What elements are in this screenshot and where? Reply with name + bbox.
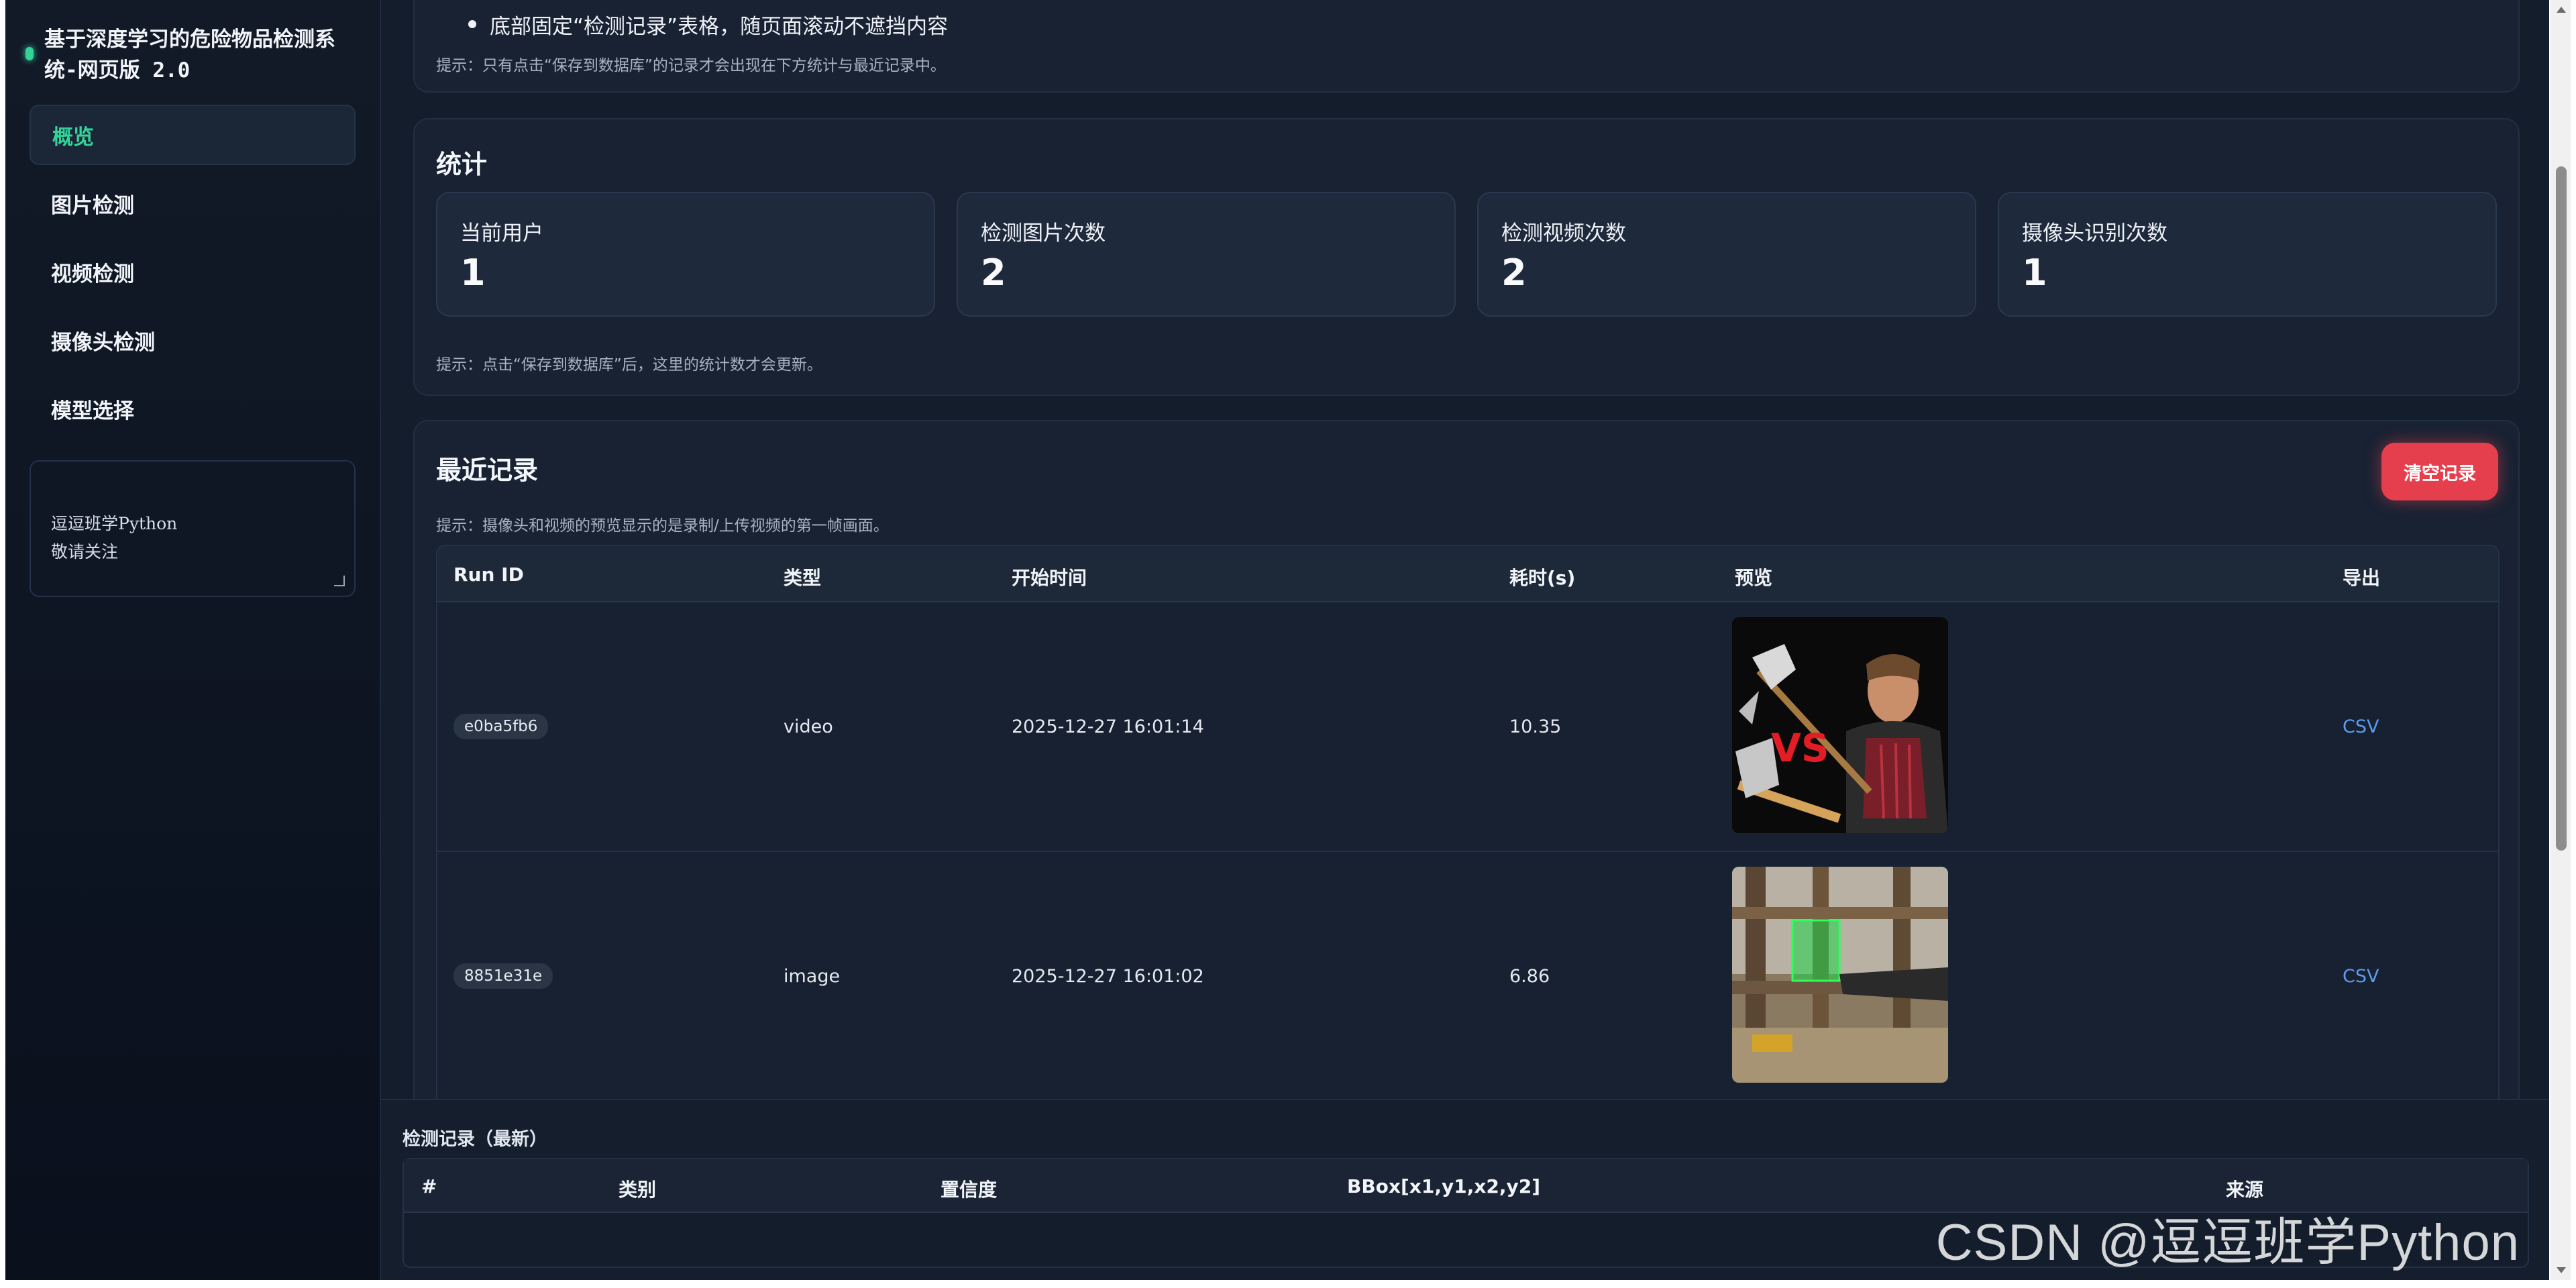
stat-card-camera-count: 摄像头识别次数 1 xyxy=(1998,192,2497,317)
sidebar-item-label: 摄像头检测 xyxy=(51,330,155,355)
sidebar-item-image-detect[interactable]: 图片检测 xyxy=(30,173,356,233)
sidebar-item-video-detect[interactable]: 视频检测 xyxy=(30,241,356,302)
sidebar-item-label: 视频检测 xyxy=(51,262,134,286)
start-time-cell: 2025-12-27 16:01:14 xyxy=(1012,716,1204,737)
start-time-cell: 2025-12-27 16:01:02 xyxy=(1012,966,1204,987)
brand: 基于深度学习的危险物品检测系统-网页版 2.0 xyxy=(25,24,361,86)
type-cell: image xyxy=(784,966,841,987)
stat-label: 检测视频次数 xyxy=(1501,221,1626,246)
intro-panel: 底部固定“检测记录”表格，随页面滚动不遮挡内容 提示：只有点击“保存到数据库”的… xyxy=(413,0,2520,93)
recent-title: 最近记录 xyxy=(436,455,539,485)
vs-label: VS xyxy=(1771,725,1829,771)
clear-records-button[interactable]: 清空记录 xyxy=(2381,443,2498,500)
export-csv-link[interactable]: CSV xyxy=(2343,716,2379,737)
sidebar-item-model-select[interactable]: 模型选择 xyxy=(30,378,356,439)
recent-hint: 提示：摄像头和视频的预览显示的是录制/上传视频的第一帧画面。 xyxy=(436,517,889,535)
stat-label: 检测图片次数 xyxy=(981,221,1106,246)
type-cell: video xyxy=(784,716,833,737)
sidebar-item-label: 图片检测 xyxy=(51,193,134,218)
duration-cell: 6.86 xyxy=(1509,966,1550,987)
stat-label: 摄像头识别次数 xyxy=(2022,221,2167,246)
resize-handle-icon[interactable] xyxy=(334,576,345,586)
col-duration: 耗时(s) xyxy=(1509,567,1576,589)
stat-value: 1 xyxy=(2022,252,2047,294)
page-scrollbar[interactable] xyxy=(2551,0,2571,1280)
export-csv-link[interactable]: CSV xyxy=(2343,966,2379,987)
col-export: 导出 xyxy=(2343,567,2381,589)
main-content: 底部固定“检测记录”表格，随页面滚动不遮挡内容 提示：只有点击“保存到数据库”的… xyxy=(381,0,2549,1280)
sidebar-item-label: 模型选择 xyxy=(51,398,134,423)
run-id-badge: 8851e31e xyxy=(453,963,553,989)
preview-thumbnail[interactable]: VS xyxy=(1732,617,1948,833)
watermark: CSDN @逗逗班学Python xyxy=(1935,1214,2520,1271)
stat-value: 1 xyxy=(460,252,486,294)
stats-panel: 统计 当前用户 1 检测图片次数 2 检测视频次数 2 摄像头识别次数 1 提示… xyxy=(413,118,2520,396)
stat-value: 2 xyxy=(981,252,1006,294)
col-run-id: Run ID xyxy=(453,564,524,586)
status-dot-icon xyxy=(25,47,34,60)
table-row: e0ba5fb6 video 2025-12-27 16:01:14 10.35 xyxy=(437,604,2498,852)
app-title: 基于深度学习的危险物品检测系统-网页版 2.0 xyxy=(44,28,335,83)
sidebar-item-label: 概览 xyxy=(52,125,94,150)
note-textarea[interactable]: 逗逗班学Python 敬请关注 xyxy=(30,460,356,597)
stat-card-current-user: 当前用户 1 xyxy=(436,192,935,317)
col-confidence: 置信度 xyxy=(941,1179,998,1201)
preview-image-axe-vs: VS xyxy=(1732,617,1948,833)
preview-image-workshop xyxy=(1732,867,1948,1083)
sidebar-item-overview[interactable]: 概览 xyxy=(30,105,356,165)
run-id-badge: e0ba5fb6 xyxy=(453,714,549,739)
stats-title: 统计 xyxy=(436,150,488,179)
col-index: # xyxy=(421,1175,437,1197)
detection-records-title: 检测记录（最新） xyxy=(402,1129,547,1150)
intro-bullet: 底部固定“检测记录”表格，随页面滚动不遮挡内容 xyxy=(468,9,948,40)
col-preview: 预览 xyxy=(1735,567,1773,589)
app-window: 基于深度学习的危险物品检测系统-网页版 2.0 概览 图片检测 视频检测 摄像头… xyxy=(5,0,2549,1280)
preview-thumbnail[interactable] xyxy=(1732,867,1948,1083)
table-row: 8851e31e image 2025-12-27 16:01:02 6.86 xyxy=(437,853,2498,1102)
col-source: 来源 xyxy=(2226,1179,2264,1201)
duration-cell: 10.35 xyxy=(1509,716,1562,737)
intro-hint: 提示：只有点击“保存到数据库”的记录才会出现在下方统计与最近记录中。 xyxy=(436,57,946,74)
note-text: 逗逗班学Python 敬请关注 xyxy=(51,514,178,561)
stat-value: 2 xyxy=(1501,252,1527,294)
table-header: Run ID 类型 开始时间 耗时(s) 预览 导出 xyxy=(437,546,2498,602)
stat-card-video-count: 检测视频次数 2 xyxy=(1477,192,1976,317)
stat-card-image-count: 检测图片次数 2 xyxy=(957,192,1456,317)
recent-table: Run ID 类型 开始时间 耗时(s) 预览 导出 e0ba5fb6 vide… xyxy=(436,545,2500,1148)
scroll-down-icon[interactable] xyxy=(2557,1267,2566,1273)
sidebar-item-camera-detect[interactable]: 摄像头检测 xyxy=(30,310,356,370)
col-class: 类别 xyxy=(619,1179,657,1201)
stats-hint: 提示：点击“保存到数据库”后，这里的统计数才会更新。 xyxy=(436,356,822,374)
stat-label: 当前用户 xyxy=(460,221,543,246)
scroll-up-icon[interactable] xyxy=(2557,7,2566,13)
col-start-time: 开始时间 xyxy=(1012,567,1087,589)
col-type: 类型 xyxy=(784,567,822,589)
sidebar: 基于深度学习的危险物品检测系统-网页版 2.0 概览 图片检测 视频检测 摄像头… xyxy=(5,0,381,1280)
col-bbox: BBox[x1,y1,x2,y2] xyxy=(1347,1175,1541,1197)
scrollbar-thumb[interactable] xyxy=(2556,166,2567,851)
